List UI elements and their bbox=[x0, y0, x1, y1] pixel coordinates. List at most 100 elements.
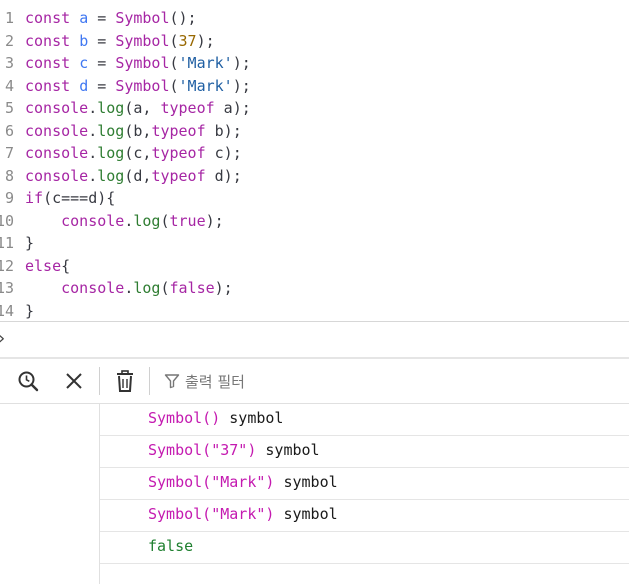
line-number: 3 bbox=[4, 54, 14, 72]
code-token: { bbox=[61, 256, 71, 275]
code-token: const bbox=[25, 54, 80, 72]
code-token: c); bbox=[205, 144, 242, 162]
code-token: = bbox=[88, 54, 116, 72]
line-number: 8 bbox=[4, 166, 14, 185]
code-text: } bbox=[25, 232, 34, 254]
code-token: a bbox=[79, 9, 89, 27]
code-token: log bbox=[133, 279, 161, 297]
output-token: Symbol("37") bbox=[148, 441, 257, 459]
console-message[interactable]: Symbol() symbol bbox=[100, 404, 629, 436]
output-token: Symbol() bbox=[148, 409, 221, 427]
code-token: ); bbox=[205, 211, 224, 230]
message-text: Symbol("Mark") symbol bbox=[148, 468, 338, 497]
console-message[interactable]: Symbol("37") symbol bbox=[100, 436, 629, 468]
code-text: const c = Symbol('Mark'); bbox=[25, 52, 251, 74]
line-number: 1 bbox=[4, 9, 14, 27]
output-token: Symbol("Mark") bbox=[148, 473, 275, 491]
clear-console-button[interactable] bbox=[111, 367, 139, 395]
code-token: log bbox=[97, 166, 125, 185]
code-token: typeof bbox=[160, 99, 215, 117]
line-number: 9 bbox=[4, 189, 14, 207]
code-token: b); bbox=[205, 121, 242, 140]
line-number: 10 bbox=[0, 211, 15, 230]
code-token: ( bbox=[169, 54, 179, 72]
message-text: Symbol("Mark") symbol bbox=[148, 500, 338, 529]
code-token: Symbol bbox=[115, 9, 170, 27]
code-token: ); bbox=[232, 54, 251, 72]
code-token: console bbox=[25, 279, 125, 297]
code-token: = bbox=[88, 76, 116, 95]
console-message[interactable]: Symbol("Mark") symbol bbox=[100, 468, 629, 500]
toolbar-separator bbox=[149, 367, 150, 395]
code-token: else bbox=[25, 256, 62, 275]
code-token: ); bbox=[196, 31, 215, 50]
code-token: Symbol bbox=[115, 54, 170, 72]
code-token: ( bbox=[160, 279, 170, 297]
code-token: } bbox=[25, 301, 35, 320]
filter-placeholder: 출력 필터 bbox=[185, 372, 245, 391]
code-token: (c, bbox=[124, 144, 152, 162]
message-text: Symbol("37") symbol bbox=[148, 436, 320, 465]
code-text: const d = Symbol('Mark'); bbox=[25, 75, 251, 97]
output-token: Symbol("Mark") bbox=[148, 505, 275, 523]
code-token: console bbox=[25, 121, 89, 140]
code-token: . bbox=[88, 121, 98, 140]
code-token: console bbox=[25, 144, 89, 162]
code-token: typeof bbox=[151, 166, 206, 185]
output-token: symbol bbox=[274, 473, 338, 491]
code-token: console bbox=[25, 211, 125, 230]
clear-icon bbox=[66, 373, 82, 389]
code-token: log bbox=[97, 144, 125, 162]
code-editor[interactable]: 1 const a = Symbol(); 2 const b = Symbol(37… bbox=[0, 0, 629, 321]
code-token: typeof bbox=[151, 121, 206, 140]
console-input[interactable]: › bbox=[0, 321, 629, 358]
output-filter-input[interactable]: 출력 필터 bbox=[164, 369, 245, 393]
code-text: console.log(c,typeof c); bbox=[25, 142, 242, 164]
code-token: c bbox=[79, 54, 89, 72]
console-sidebar bbox=[0, 404, 100, 584]
code-text: console.log(false); bbox=[25, 277, 233, 299]
code-token: . bbox=[88, 166, 98, 185]
code-token: (c===d){ bbox=[43, 189, 116, 207]
code-token: 'Mark' bbox=[178, 76, 233, 95]
toolbar-separator bbox=[99, 367, 100, 395]
code-text: console.log(b,typeof b); bbox=[25, 120, 242, 142]
code-token: log bbox=[97, 121, 125, 140]
output-token: symbol bbox=[274, 505, 338, 523]
search-history-icon bbox=[18, 371, 39, 392]
clear-filter-button[interactable] bbox=[60, 367, 88, 395]
search-history-button[interactable] bbox=[14, 367, 42, 395]
code-token: (d, bbox=[124, 166, 152, 185]
code-token: log bbox=[133, 211, 161, 230]
prompt-chevron-icon: › bbox=[0, 328, 5, 349]
code-token: Symbol bbox=[115, 76, 170, 95]
code-token: a); bbox=[214, 99, 251, 117]
line-number: 2 bbox=[4, 31, 14, 50]
output-token: symbol bbox=[220, 409, 284, 427]
code-token: (a, bbox=[124, 99, 161, 117]
code-text: console.log(d,typeof d); bbox=[25, 165, 242, 187]
console-message[interactable]: false bbox=[100, 532, 629, 564]
line-number: 13 bbox=[0, 279, 15, 297]
code-text: } bbox=[25, 300, 34, 322]
code-token: typeof bbox=[151, 144, 206, 162]
code-token: ( bbox=[169, 76, 179, 95]
code-token: const bbox=[25, 9, 80, 27]
code-token: . bbox=[88, 99, 98, 117]
code-token: d); bbox=[205, 166, 242, 185]
console-toolbar: 출력 필터 bbox=[0, 359, 629, 404]
code-token: ); bbox=[214, 279, 233, 297]
code-text: const a = Symbol(); bbox=[25, 7, 197, 29]
code-token: 'Mark' bbox=[178, 54, 233, 72]
code-token: . bbox=[88, 144, 98, 162]
code-token: (b, bbox=[124, 121, 152, 140]
code-token: log bbox=[97, 99, 125, 117]
line-number: 14 bbox=[0, 301, 15, 320]
code-token: const bbox=[25, 31, 80, 50]
code-token: console bbox=[25, 99, 89, 117]
line-number: 7 bbox=[4, 144, 14, 162]
code-text: console.log(true); bbox=[25, 210, 224, 232]
console-message[interactable]: Symbol("Mark") symbol bbox=[100, 500, 629, 532]
code-token: (); bbox=[169, 9, 197, 27]
line-number: 12 bbox=[0, 256, 15, 275]
